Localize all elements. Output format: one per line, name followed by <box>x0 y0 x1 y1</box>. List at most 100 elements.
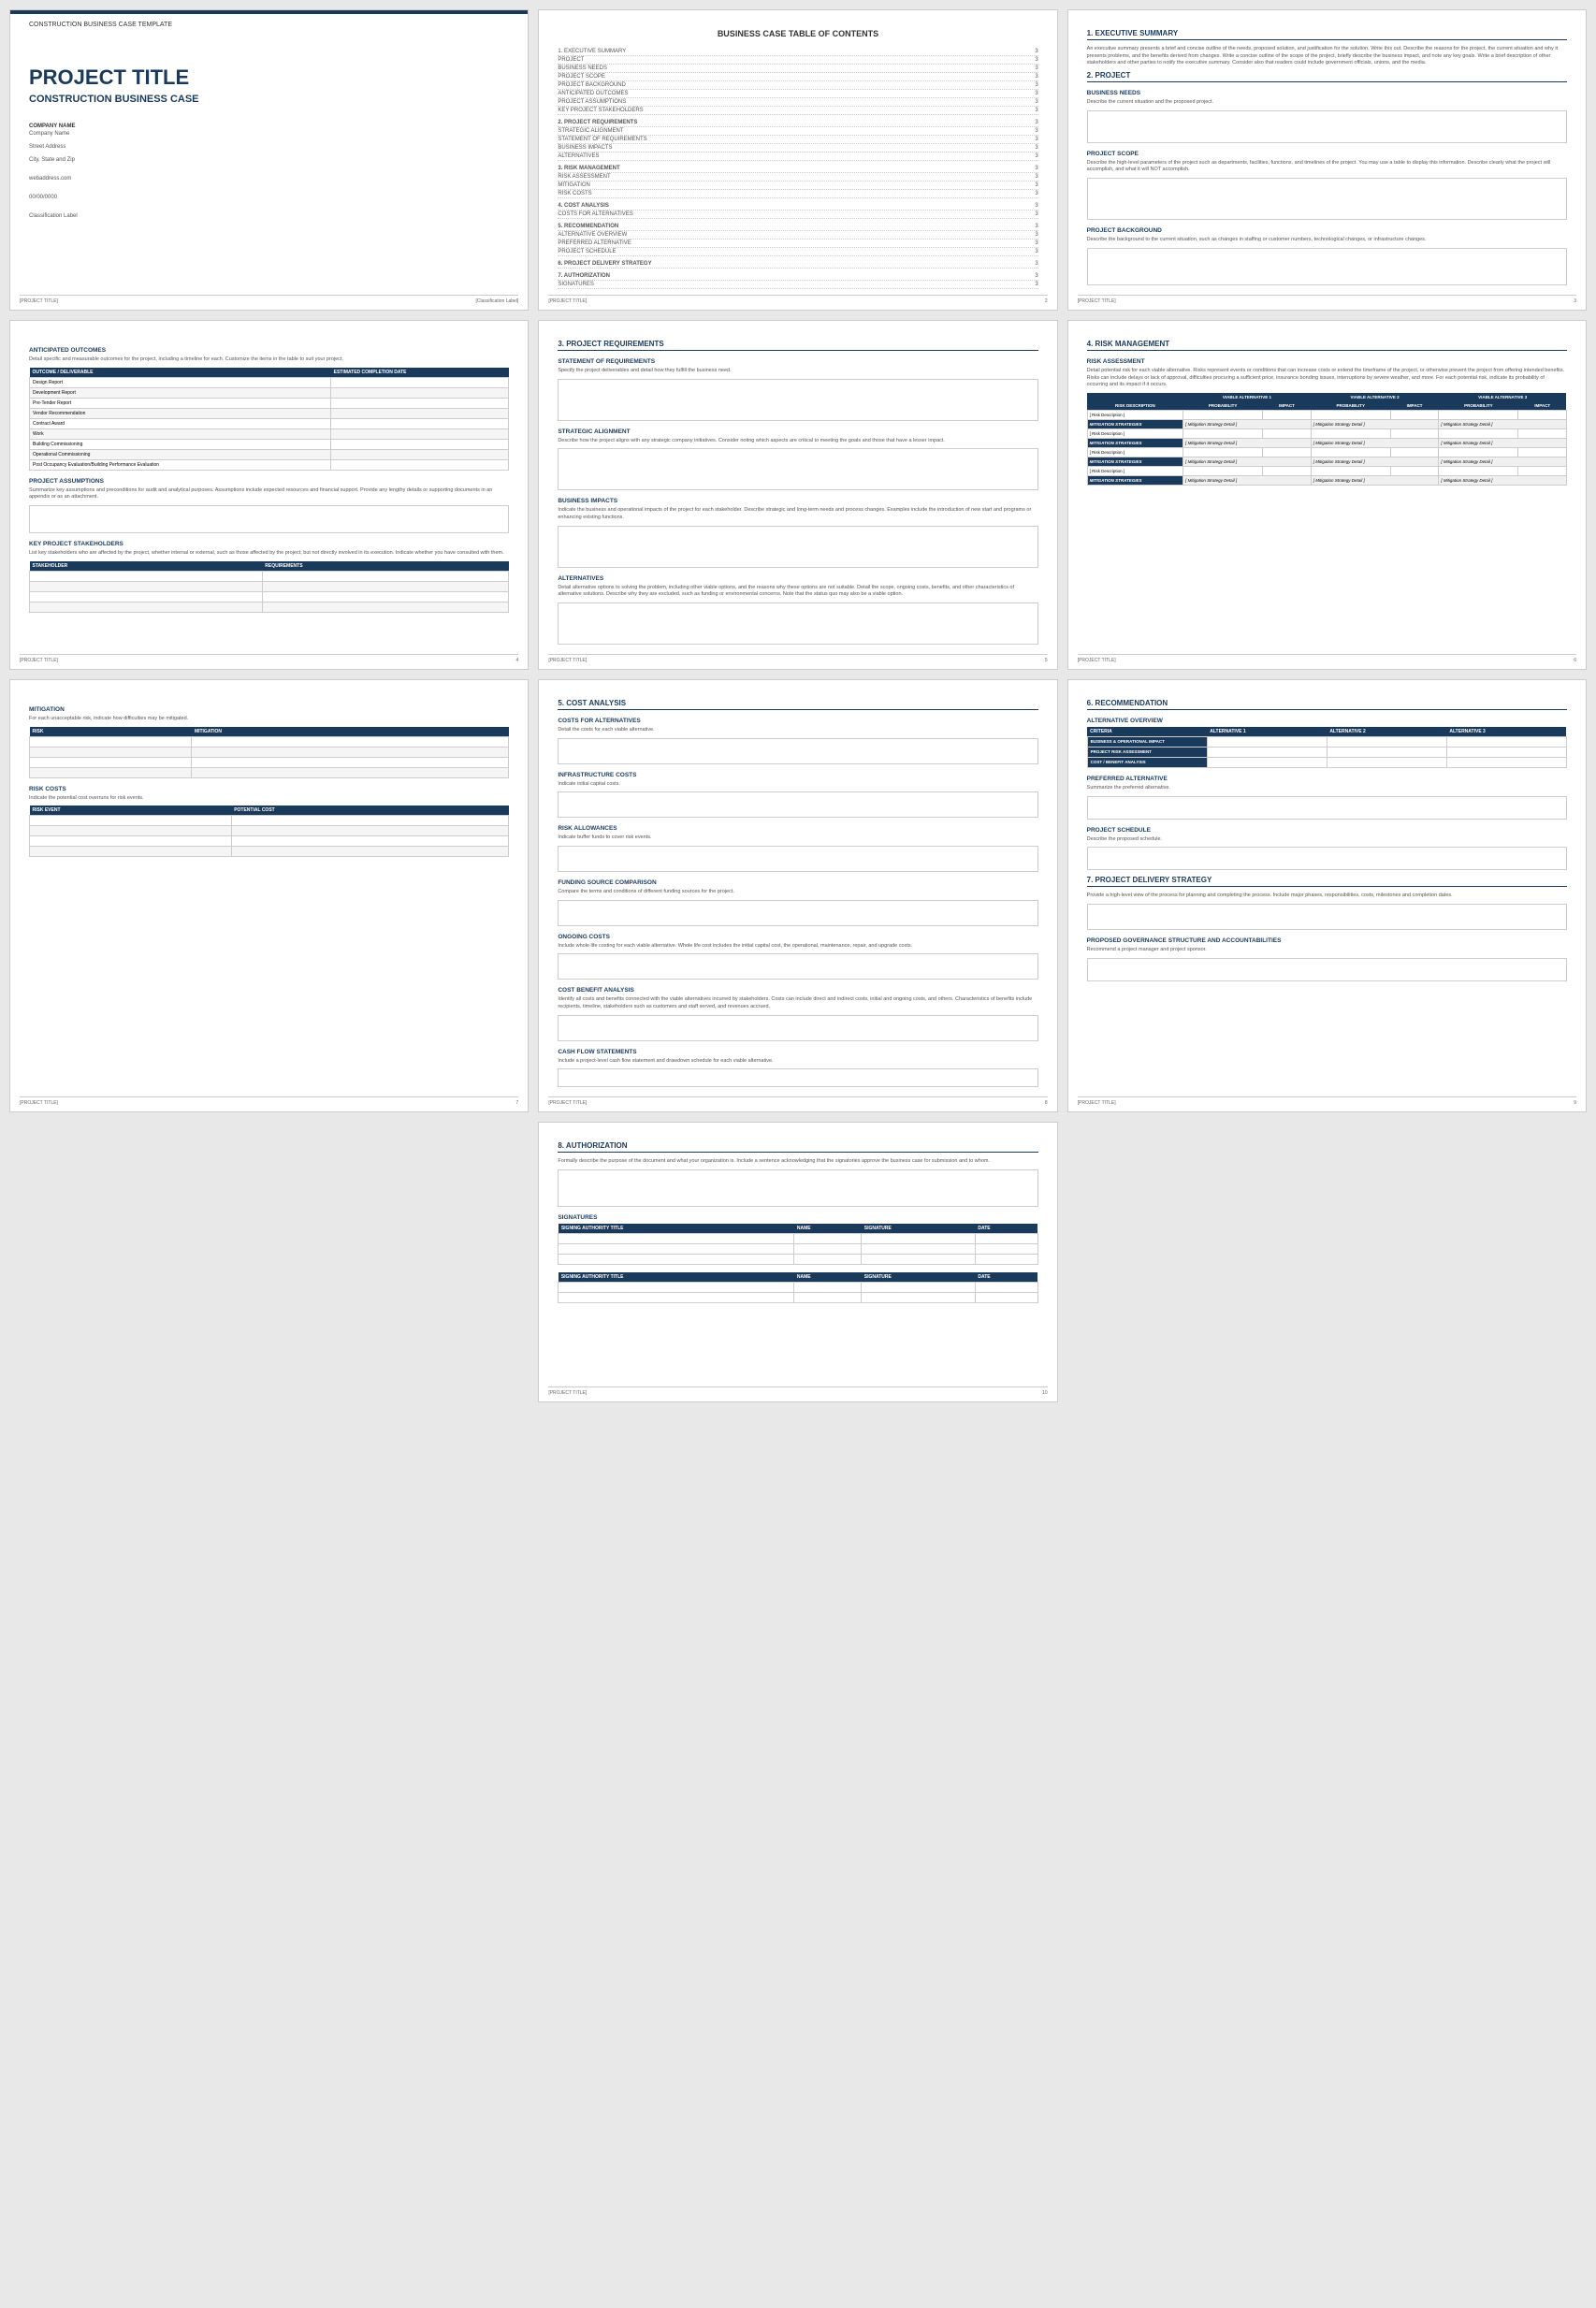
anticipated-outcomes-desc: Detail specific and measurable outcomes … <box>29 356 509 364</box>
rec-section-header: 6. RECOMMENDATION <box>1087 699 1567 710</box>
risk-assessment-desc: Detail potential risk for each viable al… <box>1087 368 1567 389</box>
page-footer: [PROJECT TITLE] 3 <box>1078 295 1576 304</box>
footer-left: [PROJECT TITLE] <box>20 298 58 304</box>
toc-item-9: 2. PROJECT REQUIREMENTS3 <box>558 119 1037 127</box>
footer-page: 5 <box>1045 658 1048 663</box>
assumptions-desc: Summarize key assumptions and preconditi… <box>29 487 509 501</box>
anticipated-outcomes-header: ANTICIPATED OUTCOMES <box>29 347 509 354</box>
toc-item-14: 3. RISK MANAGEMENT3 <box>558 165 1037 173</box>
table-row <box>559 1255 1037 1265</box>
table-row <box>30 591 509 602</box>
risk-costs-desc: Indicate the potential cost overruns for… <box>29 795 509 803</box>
proj-req-section-header: 3. PROJECT REQUIREMENTS <box>558 340 1037 351</box>
toc-item-15: RISK ASSESSMENT3 <box>558 173 1037 181</box>
footer-page: 10 <box>1042 1390 1048 1396</box>
risk-costs-col-1: RISK EVENT <box>30 806 232 816</box>
page-footer: [PROJECT TITLE] 8 <box>548 1096 1047 1106</box>
risk-prob3: PROBABILITY <box>1439 401 1518 411</box>
table-row: Development Report <box>30 387 509 398</box>
table-row <box>30 581 509 591</box>
alternatives-desc: Detail alternative options to solving th… <box>558 585 1037 599</box>
page-cost-analysis: 5. COST ANALYSIS COSTS FOR ALTERNATIVES … <box>538 679 1057 1113</box>
outcomes-table: OUTCOME / DELIVERABLE ESTIMATED COMPLETI… <box>29 368 509 471</box>
classification-label: Classification Label <box>29 213 509 219</box>
cost-benefit-box <box>558 1015 1037 1041</box>
rec-alt3-col: ALTERNATIVE 3 <box>1446 727 1566 737</box>
toc-item-10: STRATEGIC ALIGNMENT3 <box>558 127 1037 136</box>
page-footer: [PROJECT TITLE] 6 <box>1078 654 1576 663</box>
risk-alt3-header: VIABLE ALTERNATIVE 3 <box>1439 393 1567 401</box>
signatures-header: SIGNATURES <box>558 1214 1037 1221</box>
toc-item-2: PROJECT3 <box>558 56 1037 65</box>
table-row <box>30 836 509 847</box>
risk-costs-header: RISK COSTS <box>29 786 509 792</box>
footer-page: 2 <box>1045 298 1048 304</box>
project-scope-desc: Describe the high-level parameters of th… <box>1087 160 1567 174</box>
statement-box <box>558 379 1037 421</box>
table-row: Operational Commissioning <box>30 449 509 459</box>
table-row <box>30 816 509 826</box>
risk-impact3: IMPACT <box>1518 401 1567 411</box>
preferred-desc: Summarize the preferred alternative. <box>1087 785 1567 792</box>
footer-left: [PROJECT TITLE] <box>1078 1100 1116 1106</box>
sig-auth-title-col: SIGNING AUTHORITY TITLE <box>559 1224 794 1234</box>
infrastructure-desc: Indicate initial capital costs. <box>558 781 1037 789</box>
stakeholders-desc: List key stakeholders who are affected b… <box>29 550 509 558</box>
governance-box <box>1087 958 1567 981</box>
page-footer: [PROJECT TITLE] 4 <box>20 654 518 663</box>
sig-date-col: DATE <box>975 1224 1037 1234</box>
table-row: PROJECT RISK ASSESSMENT <box>1087 747 1566 757</box>
risk-assessment-table: VIABLE ALTERNATIVE 1 VIABLE ALTERNATIVE … <box>1087 393 1567 486</box>
project-background-header: PROJECT BACKGROUND <box>1087 227 1567 234</box>
footer-left: [PROJECT TITLE] <box>1078 658 1116 663</box>
delivery-desc: Provide a high-level view of the process… <box>1087 893 1567 900</box>
mit-col-1: RISK <box>30 727 192 737</box>
governance-header: PROPOSED GOVERNANCE STRUCTURE AND ACCOUN… <box>1087 937 1567 944</box>
risk-prob2: PROBABILITY <box>1311 401 1390 411</box>
table-row: MITIGATION STRATEGIES [ Mitigation Strat… <box>1087 457 1566 466</box>
cash-flow-header: CASH FLOW STATEMENTS <box>558 1049 1037 1055</box>
stakeholders-col-1: STAKEHOLDER <box>30 561 263 572</box>
web-value: webaddress.com <box>29 176 509 181</box>
cover-subtitle: CONSTRUCTION BUSINESS CASE <box>29 94 509 105</box>
toc-item-11: STATEMENT OF REQUIREMENTS3 <box>558 136 1037 144</box>
toc-items: 1. EXECUTIVE SUMMARY3 PROJECT3 BUSINESS … <box>558 48 1037 289</box>
stakeholders-col-2: REQUIREMENTS <box>262 561 509 572</box>
company-label: COMPANY NAME <box>29 123 509 129</box>
table-row: MITIGATION STRATEGIES [ Mitigation Strat… <box>1087 475 1566 485</box>
footer-right: [Classification Label] <box>475 298 518 304</box>
table-row: Pre-Tender Report <box>30 398 509 408</box>
assumptions-header: PROJECT ASSUMPTIONS <box>29 478 509 485</box>
page-footer: [PROJECT TITLE] 10 <box>548 1386 1047 1396</box>
costs-alternatives-header: COSTS FOR ALTERNATIVES <box>558 718 1037 724</box>
auth-desc: Formally describe the purpose of the doc… <box>558 1158 1037 1166</box>
assumptions-box <box>29 505 509 533</box>
city-value: City, State and Zip <box>29 157 509 163</box>
risk-assessment-header: RISK ASSESSMENT <box>1087 358 1567 365</box>
sig2-date-col: DATE <box>975 1272 1037 1283</box>
footer-page: 8 <box>1045 1100 1048 1106</box>
business-needs-desc: Describe the current situation and the p… <box>1087 99 1567 107</box>
cash-flow-desc: Include a project-level cash flow statem… <box>558 1058 1037 1066</box>
risk-allowances-box <box>558 846 1037 872</box>
ongoing-desc: Include whole life costing for each viab… <box>558 943 1037 951</box>
company-name: Company Name <box>29 131 509 137</box>
business-impacts-box <box>558 526 1037 568</box>
toc-item-19: COSTS FOR ALTERNATIVES3 <box>558 210 1037 219</box>
table-row: Design Report <box>30 377 509 387</box>
table-row: [ Risk Description ] <box>1087 428 1566 438</box>
top-bar <box>10 10 528 14</box>
toc-item-6: ANTICIPATED OUTCOMES3 <box>558 90 1037 98</box>
statement-desc: Specify the project deliverables and det… <box>558 368 1037 375</box>
table-row: Building Commissioning <box>30 439 509 449</box>
table-row: Work <box>30 428 509 439</box>
page-risk-management: 4. RISK MANAGEMENT RISK ASSESSMENT Detai… <box>1067 320 1587 670</box>
rec-overview-table: CRITERIA ALTERNATIVE 1 ALTERNATIVE 2 ALT… <box>1087 727 1567 768</box>
risk-allowances-desc: Indicate buffer funds to cover risk even… <box>558 835 1037 842</box>
mitigation-table: RISK MITIGATION <box>29 727 509 778</box>
stakeholders-table: STAKEHOLDER REQUIREMENTS <box>29 561 509 613</box>
infrastructure-box <box>558 791 1037 818</box>
table-row <box>30 826 509 836</box>
project-scope-header: PROJECT SCOPE <box>1087 151 1567 157</box>
alternatives-header: ALTERNATIVES <box>558 575 1037 582</box>
